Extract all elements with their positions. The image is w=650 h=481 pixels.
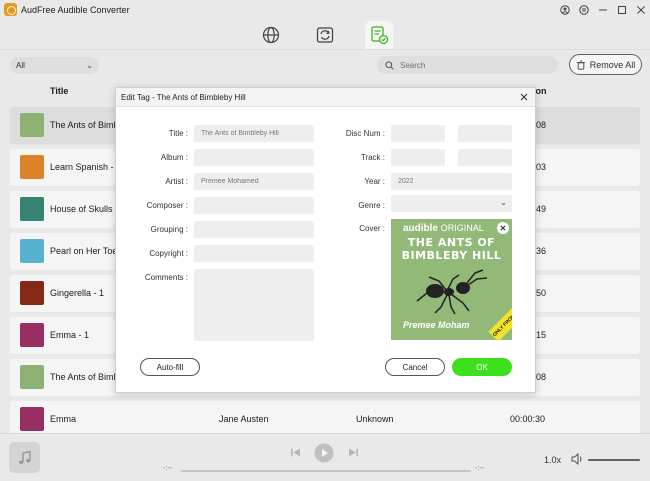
grouping-field[interactable] [194,221,314,238]
dialog-title: Edit Tag - The Ants of Bimbleby Hill [121,93,246,102]
genre-select[interactable]: ⌄ [391,195,512,212]
track-field[interactable] [391,149,445,166]
dialog-close-icon[interactable] [517,90,531,104]
cover-image[interactable]: audible ORIGINAL THE ANTS OF BIMBLEBY HI… [391,219,512,340]
album-field[interactable] [194,149,314,166]
track-total-field[interactable] [458,149,512,166]
composer-field[interactable] [194,197,314,214]
dialog-header: Edit Tag - The Ants of Bimbleby Hill [116,88,535,107]
artist-field[interactable] [194,173,314,190]
cover-brand: audible ORIGINAL [403,223,484,234]
ant-illustration-icon [416,269,488,315]
comments-label: Comments : [144,273,188,282]
ok-button[interactable]: OK [452,358,512,376]
grouping-label: Grouping : [150,225,188,234]
cover-label: Cover : [359,224,385,233]
composer-label: Composer : [146,201,188,210]
album-label: Album : [160,153,188,162]
edit-tag-dialog: Edit Tag - The Ants of Bimbleby Hill Tit… [115,87,536,393]
title-field[interactable] [194,125,314,142]
disc-num-label: Disc Num : [345,129,385,138]
disc-num-field[interactable] [391,125,445,142]
year-label: Year : [364,177,385,186]
genre-label: Genre : [358,201,385,210]
title-label: Title : [168,129,188,138]
comments-field[interactable] [194,269,314,341]
copyright-field[interactable] [194,245,314,262]
copyright-label: Copyright : [149,249,188,258]
year-field[interactable] [391,173,512,190]
chevron-down-icon: ⌄ [500,198,507,207]
cancel-button[interactable]: Cancel [385,358,445,376]
cover-author: Premee Moham [403,320,470,330]
track-label: Track : [360,153,385,162]
disc-total-field[interactable] [458,125,512,142]
artist-label: Artist : [165,177,188,186]
auto-fill-button[interactable]: Auto-fill [140,358,200,376]
cover-book-title: THE ANTS OF BIMBLEBY HILL [401,236,502,262]
remove-cover-icon[interactable]: ✕ [497,222,509,234]
